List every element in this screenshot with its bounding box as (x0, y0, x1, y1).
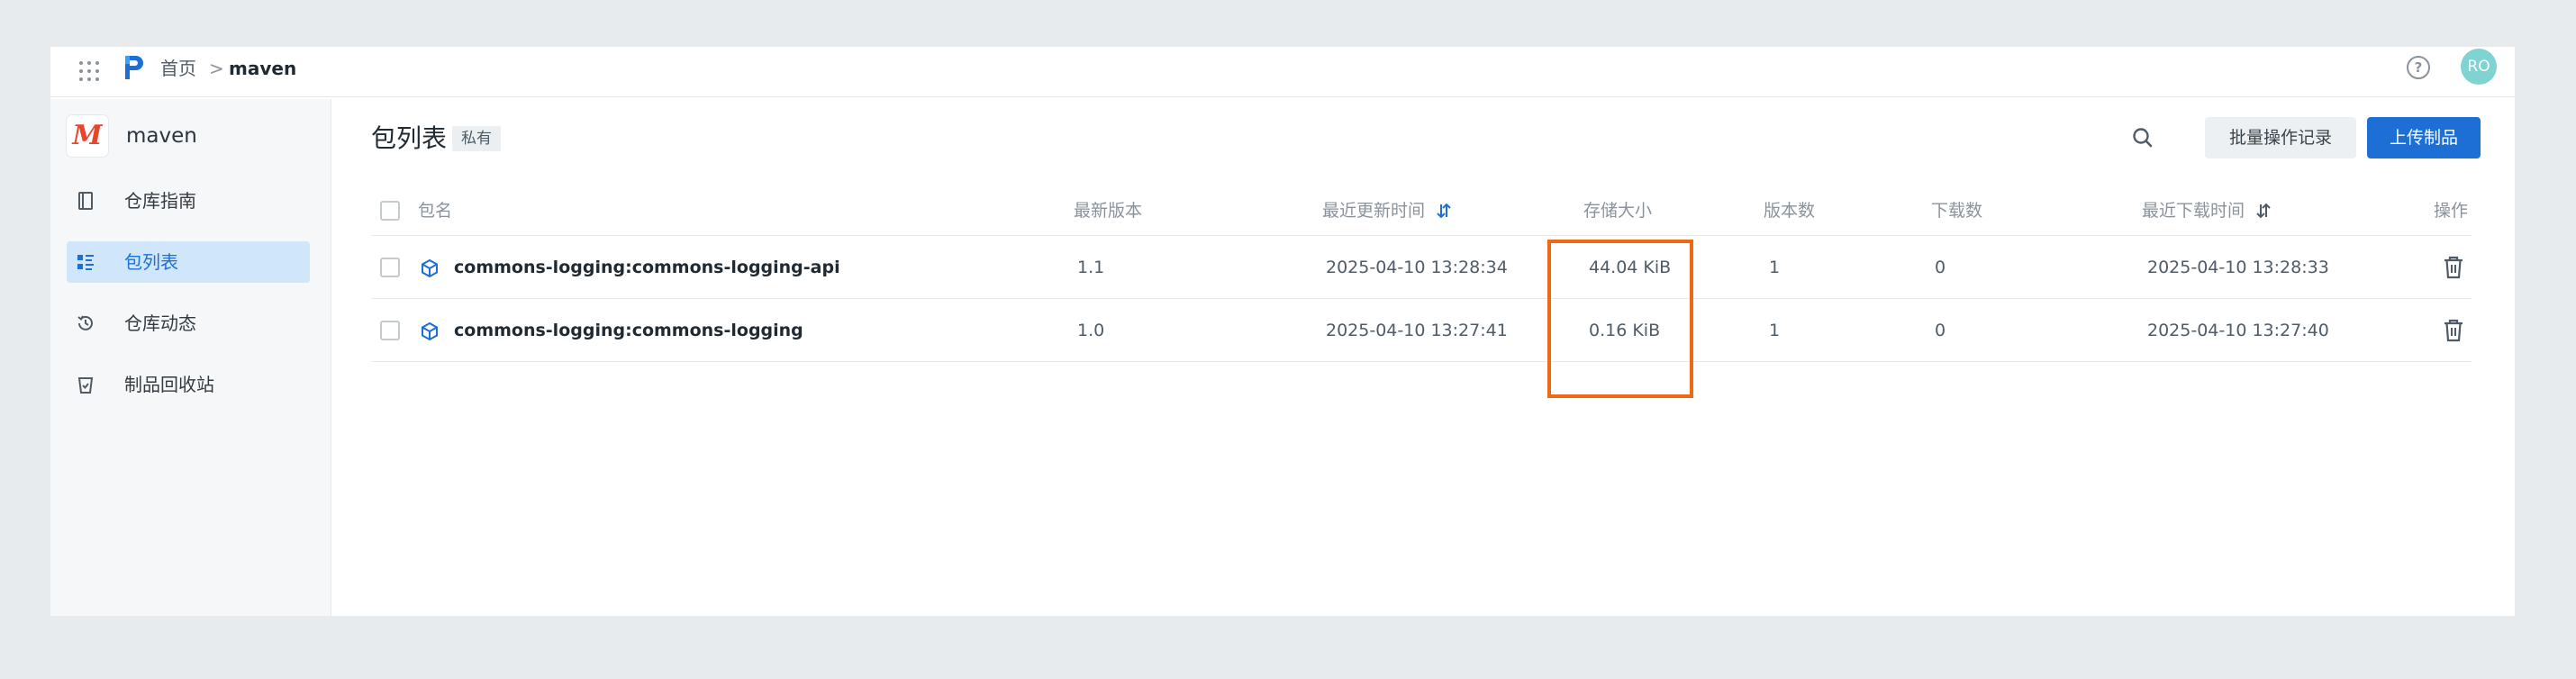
column-header-last-download-label: 最近下载时间 (2142, 201, 2245, 221)
app-frame: 首页 > maven ? RO M maven 仓库指南 包列表 仓库动态 制品… (50, 47, 2515, 616)
sort-icon[interactable] (2255, 203, 2272, 219)
download-count: 0 (1935, 321, 1946, 340)
search-icon[interactable] (2131, 126, 2154, 149)
sidebar-item-packages[interactable]: 包列表 (67, 241, 310, 283)
latest-version: 1.0 (1077, 321, 1105, 340)
delete-icon[interactable] (2443, 319, 2464, 342)
sidebar-item-guide[interactable]: 仓库指南 (67, 180, 310, 222)
avatar[interactable]: RO (2461, 49, 2497, 85)
book-icon (78, 192, 93, 210)
sidebar-item-recycle-bin[interactable]: 制品回收站 (67, 364, 310, 405)
row-checkbox[interactable] (380, 321, 400, 340)
top-bar: 首页 > maven ? RO (50, 47, 2515, 97)
breadcrumb-separator: > (209, 58, 224, 79)
package-icon (422, 258, 438, 278)
row-checkbox[interactable] (380, 258, 400, 277)
updated-time: 2025-04-10 13:27:41 (1326, 321, 1508, 340)
private-badge: 私有 (452, 126, 501, 151)
sidebar-item-label: 包列表 (124, 251, 178, 273)
page-title: 包列表 (371, 123, 448, 153)
select-all-checkbox[interactable] (380, 201, 400, 221)
repo-header: M maven (67, 115, 319, 157)
repo-name: maven (126, 124, 197, 148)
sidebar-item-activity[interactable]: 仓库动态 (67, 303, 310, 344)
storage-size: 44.04 KiB (1589, 258, 1672, 277)
upload-artifact-button[interactable]: 上传制品 (2367, 117, 2481, 158)
sidebar-item-label: 仓库动态 (124, 312, 196, 334)
delete-icon[interactable] (2443, 256, 2464, 279)
table-header: 包名 最新版本 最近更新时间 存储大小 版本数 下载数 最近下载时间 操作 (371, 186, 2472, 236)
column-header-downloads: 下载数 (1931, 201, 1983, 221)
column-header-actions: 操作 (2434, 201, 2469, 221)
version-count: 1 (1769, 321, 1781, 340)
column-header-name: 包名 (418, 201, 453, 221)
sidebar: M maven 仓库指南 包列表 仓库动态 制品回收站 (50, 99, 331, 616)
storage-size: 0.16 KiB (1589, 321, 1661, 340)
column-header-updated: 最近更新时间 (1322, 186, 1452, 236)
sidebar-item-label: 制品回收站 (124, 374, 214, 395)
sidebar-item-label: 仓库指南 (124, 190, 196, 212)
updated-time: 2025-04-10 13:28:34 (1326, 258, 1508, 277)
package-name-link[interactable]: commons-logging:commons-logging-api (454, 236, 840, 299)
column-header-size: 存储大小 (1583, 201, 1653, 221)
table-row[interactable]: commons-logging:commons-logging-api 1.1 … (371, 236, 2472, 299)
recycle-bin-icon (77, 377, 94, 394)
help-icon[interactable]: ? (2407, 56, 2430, 79)
app-grid-icon[interactable] (77, 59, 101, 83)
sort-icon[interactable] (1436, 203, 1452, 219)
column-header-version: 最新版本 (1074, 201, 1143, 221)
batch-operation-log-button[interactable]: 批量操作记录 (2205, 117, 2356, 158)
list-icon (77, 255, 94, 270)
latest-version: 1.1 (1077, 258, 1105, 277)
package-icon (422, 321, 438, 341)
column-header-version-count: 版本数 (1764, 201, 1816, 221)
last-download-time: 2025-04-10 13:27:40 (2147, 321, 2329, 340)
maven-logo-icon: M (67, 115, 108, 157)
column-header-last-download: 最近下载时间 (2142, 186, 2272, 236)
package-name-link[interactable]: commons-logging:commons-logging (454, 299, 803, 362)
breadcrumb-current: maven (229, 58, 297, 79)
download-count: 0 (1935, 258, 1946, 277)
breadcrumb-home[interactable]: 首页 (160, 54, 196, 83)
column-header-updated-label: 最近更新时间 (1322, 201, 1426, 221)
table-row[interactable]: commons-logging:commons-logging 1.0 2025… (371, 299, 2472, 362)
history-icon (77, 315, 93, 330)
last-download-time: 2025-04-10 13:28:33 (2147, 258, 2329, 277)
version-count: 1 (1769, 258, 1781, 277)
product-logo-icon[interactable] (122, 54, 146, 81)
